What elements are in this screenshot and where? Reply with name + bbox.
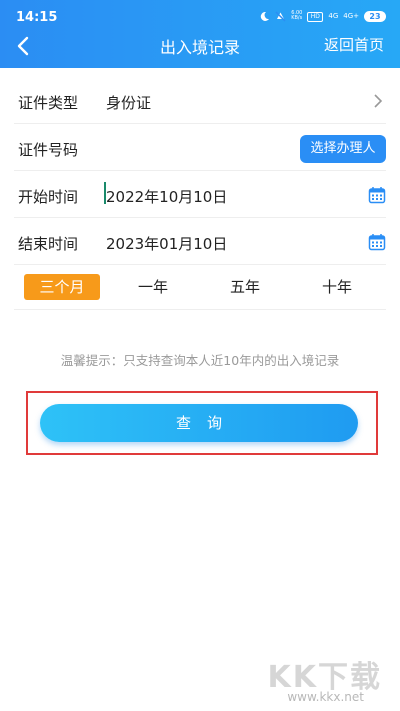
start-date-label: 开始时间 xyxy=(18,188,79,206)
status-time: 14:15 xyxy=(16,10,58,25)
period-ten-years[interactable]: 十年 xyxy=(302,274,372,300)
status-icons: 6.00 KB/s HD 4G 4G+ 23 xyxy=(259,11,386,22)
text-caret xyxy=(104,182,106,204)
id-type-row[interactable]: 证件类型 身份证 xyxy=(14,77,386,124)
start-date-value[interactable]: 2022年10月10日 xyxy=(106,186,227,207)
id-number-label: 证件号码 xyxy=(18,141,79,159)
period-selector: 三个月 一年 五年 十年 xyxy=(14,264,386,310)
signal-5g-icon: 4G+ xyxy=(343,12,359,20)
tip-text: 温馨提示：只支持查询本人近10年内的出入境记录 xyxy=(60,353,340,368)
mute-icon xyxy=(275,11,286,22)
hd-icon: HD xyxy=(307,11,324,22)
start-date-row[interactable]: 开始时间 2022年10月10日 xyxy=(14,171,386,218)
nav-bar: 出入境记录 返回首页 xyxy=(0,28,400,64)
end-date-row[interactable]: 结束时间 2023年01月10日 xyxy=(14,218,386,265)
id-number-row: 证件号码 选择办理人 xyxy=(14,124,386,171)
end-date-label: 结束时间 xyxy=(18,235,79,253)
battery-icon: 23 xyxy=(364,11,386,22)
period-five-years[interactable]: 五年 xyxy=(210,274,280,300)
home-button[interactable]: 返回首页 xyxy=(324,34,384,55)
select-applicant-button[interactable]: 选择办理人 xyxy=(300,135,386,163)
speed-icon: 6.00 KB/s xyxy=(291,10,303,21)
id-type-label: 证件类型 xyxy=(18,94,79,112)
app-header: 14:15 6.00 KB/s HD 4G 4G+ 23 出入境记录 返回首页 xyxy=(0,0,400,68)
signal-4g-icon: 4G xyxy=(328,12,339,20)
dnd-icon xyxy=(261,11,270,21)
calendar-icon[interactable] xyxy=(368,233,386,251)
query-button[interactable]: 查询 xyxy=(40,404,358,442)
calendar-icon[interactable] xyxy=(368,186,386,204)
period-three-months[interactable]: 三个月 xyxy=(24,274,100,300)
id-type-value: 身份证 xyxy=(106,94,152,112)
period-one-year[interactable]: 一年 xyxy=(118,274,188,300)
watermark-url: www.kkx.net xyxy=(287,690,364,704)
chevron-right-icon xyxy=(374,94,383,108)
status-bar: 14:15 6.00 KB/s HD 4G 4G+ 23 xyxy=(0,0,400,26)
end-date-value[interactable]: 2023年01月10日 xyxy=(106,233,227,254)
